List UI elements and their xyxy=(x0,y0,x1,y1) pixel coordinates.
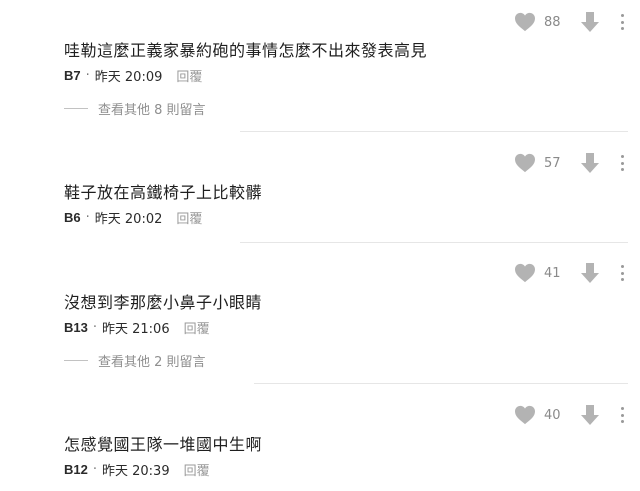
like-count: 41 xyxy=(544,265,561,281)
heart-icon xyxy=(515,153,535,173)
view-more-replies[interactable]: 查看其他 8 則留言 xyxy=(64,99,206,118)
comment-meta: B13 · 昨天 21:06 回覆 xyxy=(64,318,210,337)
comment-divider xyxy=(254,383,628,384)
view-more-replies[interactable]: 查看其他 2 則留言 xyxy=(64,351,206,370)
heart-icon xyxy=(515,405,535,425)
comment-text: 怎感覺國王隊一堆國中生啊 xyxy=(64,435,263,454)
thumb-down-arrow-icon[interactable] xyxy=(580,404,600,426)
floor-number: B12 xyxy=(64,462,88,477)
comment-text: 沒想到李那麼小鼻子小眼睛 xyxy=(64,293,263,312)
comment-text: 哇勒這麼正義家暴約砲的事情怎麼不出來發表高見 xyxy=(64,41,428,60)
comment-divider xyxy=(240,131,628,132)
reply-button[interactable]: 回覆 xyxy=(184,460,210,479)
comment-time: 昨天 20:02 xyxy=(94,212,163,227)
comment-time: 昨天 21:06 xyxy=(102,322,170,337)
reply-button[interactable]: 回覆 xyxy=(176,208,202,227)
comment-time: 昨天 20:39 xyxy=(102,464,170,479)
comment-actions: 88 xyxy=(514,11,626,33)
separator-dot: · xyxy=(92,320,97,335)
comment-text: 鞋子放在高鐵椅子上比較髒 xyxy=(64,183,263,202)
heart-icon xyxy=(515,263,535,283)
comment-meta: B7 · 昨天 20:09 回覆 xyxy=(64,66,202,85)
comment-divider xyxy=(240,242,628,243)
like-button[interactable]: 40 xyxy=(514,405,570,425)
like-button[interactable]: 88 xyxy=(514,12,570,32)
heart-icon xyxy=(515,12,535,32)
comment-actions: 41 xyxy=(514,262,626,284)
view-more-line xyxy=(64,360,88,361)
separator-dot: · xyxy=(85,210,90,225)
view-more-label: 查看其他 8 則留言 xyxy=(98,103,206,118)
floor-number: B13 xyxy=(64,320,88,335)
thumb-down-arrow-icon[interactable] xyxy=(580,152,600,174)
more-vertical-icon[interactable] xyxy=(618,406,626,424)
like-count: 57 xyxy=(544,155,561,171)
reply-button[interactable]: 回覆 xyxy=(184,318,210,337)
comment-actions: 40 xyxy=(514,404,626,426)
more-vertical-icon[interactable] xyxy=(618,154,626,172)
thumb-down-arrow-icon[interactable] xyxy=(580,262,600,284)
view-more-label: 查看其他 2 則留言 xyxy=(98,355,206,370)
thumb-down-arrow-icon[interactable] xyxy=(580,11,600,33)
comment-meta: B12 · 昨天 20:39 回覆 xyxy=(64,460,210,479)
like-count: 88 xyxy=(544,14,561,30)
floor-number: B7 xyxy=(64,68,81,83)
more-vertical-icon[interactable] xyxy=(618,264,626,282)
comment-time: 昨天 20:09 xyxy=(94,70,163,85)
comment-actions: 57 xyxy=(514,152,626,174)
floor-number: B6 xyxy=(64,210,81,225)
comment-meta: B6 · 昨天 20:02 回覆 xyxy=(64,208,202,227)
like-button[interactable]: 57 xyxy=(514,153,570,173)
more-vertical-icon[interactable] xyxy=(618,13,626,31)
like-count: 40 xyxy=(544,407,561,423)
separator-dot: · xyxy=(85,68,90,83)
separator-dot: · xyxy=(92,462,97,477)
reply-button[interactable]: 回覆 xyxy=(176,66,202,85)
view-more-line xyxy=(64,108,88,109)
like-button[interactable]: 41 xyxy=(514,263,570,283)
